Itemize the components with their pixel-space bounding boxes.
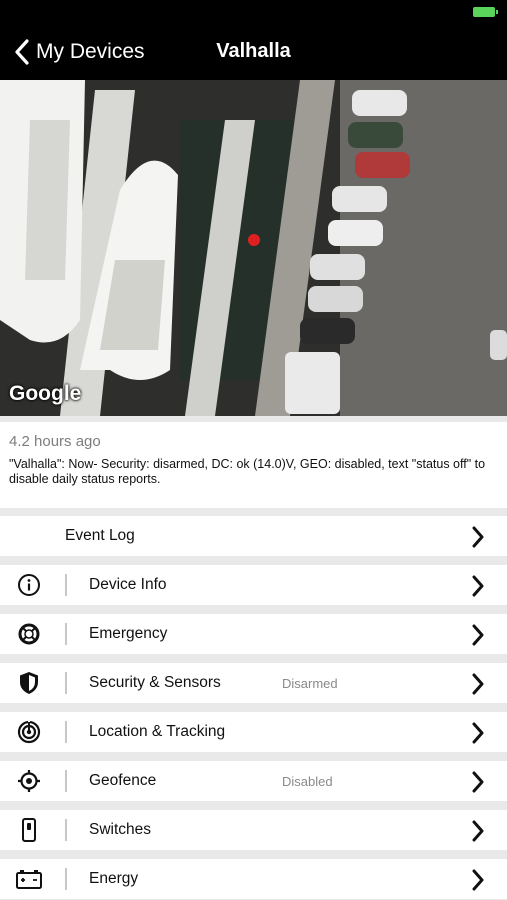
chevron-right-icon: [472, 526, 484, 548]
menu-item-label: Security & Sensors: [89, 674, 221, 691]
row-divider: [65, 868, 67, 890]
menu-item-label: Energy: [89, 870, 139, 887]
menu-item-device-info[interactable]: Device Info: [0, 565, 507, 605]
menu-item-event-log[interactable]: Event Log: [0, 516, 507, 556]
lifebuoy-icon: [16, 623, 42, 645]
status-bar: [0, 0, 507, 24]
menu-item-label: Emergency: [89, 625, 168, 642]
chevron-right-icon: [472, 820, 484, 842]
map-attribution: Google: [9, 382, 82, 405]
device-status-panel: 4.2 hours ago "Valhalla": Now- Security:…: [0, 422, 507, 508]
satellite-map[interactable]: Google: [0, 80, 507, 416]
battery-icon: [16, 868, 42, 890]
geofence-status-value: Disabled: [282, 774, 333, 789]
switch-icon: [16, 818, 42, 842]
chevron-right-icon: [472, 771, 484, 793]
menu-item-security-sensors[interactable]: Security & Sensors Disarmed: [0, 663, 507, 703]
device-location-marker-icon[interactable]: [248, 234, 260, 246]
chevron-right-icon: [472, 575, 484, 597]
menu-item-label: Location & Tracking: [89, 723, 226, 740]
menu-item-label: Event Log: [65, 527, 135, 544]
menu-item-label: Geofence: [89, 772, 157, 789]
chevron-right-icon: [472, 624, 484, 646]
menu-item-energy[interactable]: Energy: [0, 859, 507, 899]
chevron-right-icon: [472, 673, 484, 695]
menu-item-geofence[interactable]: Geofence Disabled: [0, 761, 507, 801]
row-divider: [65, 672, 67, 694]
shield-icon: [16, 672, 42, 694]
menu-item-label: Device Info: [89, 576, 167, 593]
status-time-ago: 4.2 hours ago: [9, 433, 101, 450]
row-divider: [65, 819, 67, 841]
location-tracking-icon: [16, 720, 42, 744]
menu-item-switches[interactable]: Switches: [0, 810, 507, 850]
menu-item-location-tracking[interactable]: Location & Tracking: [0, 712, 507, 752]
menu-item-emergency[interactable]: Emergency: [0, 614, 507, 654]
navigation-bar: My Devices Valhalla: [0, 24, 507, 80]
crosshair-icon: [16, 770, 42, 792]
row-divider: [65, 721, 67, 743]
row-divider: [65, 574, 67, 596]
battery-indicator-icon: [473, 7, 498, 17]
row-divider: [65, 770, 67, 792]
map-imagery: [0, 80, 507, 416]
page-title: Valhalla: [216, 40, 291, 62]
security-status-value: Disarmed: [282, 676, 338, 691]
info-icon: [16, 574, 42, 596]
chevron-right-icon: [472, 722, 484, 744]
row-divider: [65, 623, 67, 645]
menu-item-label: Switches: [89, 821, 152, 838]
chevron-right-icon: [472, 869, 484, 891]
status-message: "Valhalla": Now- Security: disarmed, DC:…: [9, 457, 486, 486]
